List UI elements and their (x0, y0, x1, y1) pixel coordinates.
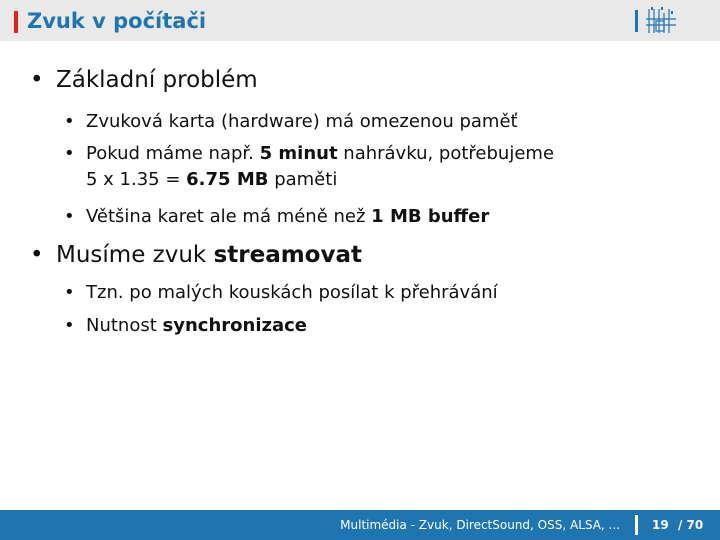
bullet-dot: • (30, 67, 44, 93)
page-total: / 70 (678, 518, 704, 532)
bullet-basic-problem: • Základní problém (30, 65, 258, 95)
bullet-text: Většina karet ale má méně než 1 MB buffe… (86, 206, 490, 227)
sub-bullet-sound-card: • Zvuková karta (hardware) má omezenou p… (64, 109, 518, 135)
sub-bullet-buffer: • Většina karet ale má méně než 1 MB buf… (64, 204, 489, 230)
emphasis: 5 minut (259, 143, 338, 164)
bullet-dot: • (64, 315, 75, 336)
slide-footer: Multimédia - Zvuk, DirectSound, OSS, ALS… (0, 510, 720, 540)
faculty-logo-icon (646, 7, 676, 33)
page-number: 19 (652, 518, 669, 532)
bullet-streaming: • Musíme zvuk streamovat (30, 240, 362, 270)
bullet-text-line1: Pokud máme např. 5 minut nahrávku, potře… (86, 143, 555, 164)
bullet-text: Musíme zvuk streamovat (56, 242, 362, 268)
sub-bullet-five-minutes: • Pokud máme např. 5 minut nahrávku, pot… (64, 141, 554, 193)
bullet-dot: • (64, 282, 75, 303)
header-divider (635, 10, 638, 32)
emphasis: 1 MB buffer (371, 206, 490, 227)
slide-title: Zvuk v počítači (27, 9, 207, 33)
bullet-text: Základní problém (56, 67, 258, 93)
bullet-text: Nutnost synchronizace (86, 315, 307, 336)
emphasis: streamovat (213, 242, 362, 268)
sub-bullet-synchronization: • Nutnost synchronizace (64, 313, 307, 339)
slide-header: Zvuk v počítači (0, 0, 720, 41)
bullet-dot: • (30, 242, 44, 268)
bullet-text-line2: 5 x 1.35 = 6.75 MB paměti (86, 169, 338, 190)
emphasis: synchronizace (162, 315, 307, 336)
bullet-dot: • (64, 111, 75, 132)
sub-bullet-small-chunks: • Tzn. po malých kouskách posílat k přeh… (64, 280, 498, 306)
footer-divider (635, 515, 638, 535)
bullet-dot: • (64, 143, 75, 164)
footer-title: Multimédia - Zvuk, DirectSound, OSS, ALS… (340, 518, 620, 532)
bullet-text: Tzn. po malých kouskách posílat k přehrá… (86, 282, 498, 303)
header-accent-bar (14, 11, 18, 33)
bullet-dot: • (64, 206, 75, 227)
emphasis: 6.75 MB (186, 169, 269, 190)
bullet-text: Zvuková karta (hardware) má omezenou pam… (86, 111, 518, 132)
